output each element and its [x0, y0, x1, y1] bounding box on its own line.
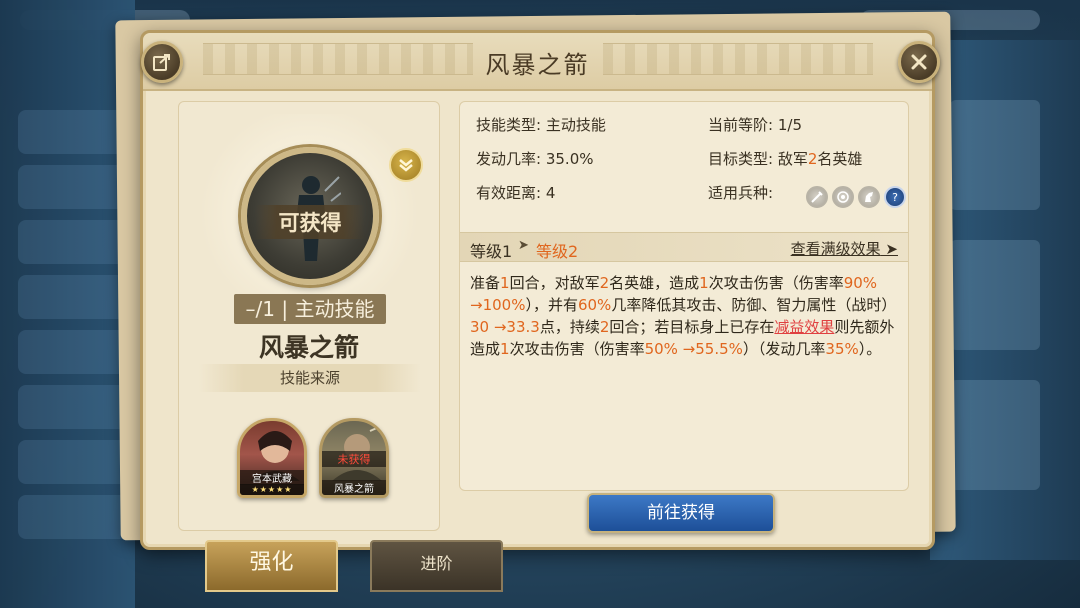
- info-key: 技能类型:: [476, 116, 542, 134]
- background-left-panel: [0, 0, 135, 608]
- view-max-level-text: 查看满级效果: [790, 240, 881, 258]
- description-value: 60%: [577, 296, 612, 314]
- skill-detail-panel: 技能类型: 主动技能 当前等阶: 1/5 发动几率: 35.0% 目标类型: 敌…: [459, 101, 909, 491]
- current-level-label: 等级1: [470, 242, 513, 261]
- arrow-right-icon: ➤: [518, 238, 529, 253]
- sword-icon[interactable]: [806, 186, 828, 208]
- info-value: 35.0%: [545, 150, 594, 168]
- target-icon[interactable]: [832, 186, 854, 208]
- info-trigger-rate: 发动几率: 35.0%: [476, 148, 594, 169]
- description-text: ）。: [858, 340, 882, 358]
- background-row: [18, 330, 128, 374]
- description-text: 准备: [470, 274, 501, 292]
- view-max-level-link[interactable]: 查看满级效果 ➤: [791, 238, 898, 259]
- debuff-keyword-link[interactable]: 减益效果: [774, 318, 834, 336]
- info-key: 适用兵种:: [708, 184, 774, 202]
- description-value: 1: [699, 274, 709, 292]
- info-value: 敌军: [777, 150, 808, 168]
- background-row: [18, 165, 128, 209]
- skill-source-label: 技能来源: [199, 364, 421, 392]
- info-troop-types: 适用兵种:: [708, 182, 773, 203]
- description-value: 50% →55.5%: [644, 340, 743, 358]
- horse-icon[interactable]: [858, 186, 880, 208]
- skill-type-badge: –/1 | 主动技能: [234, 294, 386, 324]
- close-button[interactable]: [898, 41, 940, 83]
- background-row: [18, 495, 128, 539]
- description-value: 1: [500, 274, 510, 292]
- description-text: 名英雄，造成: [609, 274, 700, 292]
- help-icon[interactable]: ?: [884, 186, 906, 208]
- description-value: 1: [500, 340, 510, 358]
- info-key: 有效距离:: [476, 184, 542, 202]
- info-value: 名英雄: [817, 150, 863, 168]
- chevron-down-icon: [399, 159, 413, 172]
- hero-name: 风暴之箭: [322, 480, 386, 495]
- description-value: 35%: [825, 340, 859, 358]
- tab-strengthen[interactable]: 强化: [205, 540, 338, 592]
- info-value: 4: [545, 184, 556, 202]
- description-text: 几率降低其攻击、防御、智力属性（战时）: [611, 296, 897, 314]
- info-skill-type: 技能类型: 主动技能: [476, 114, 606, 135]
- background-row: [18, 220, 128, 264]
- background-row: [18, 440, 128, 484]
- share-button[interactable]: [141, 41, 183, 83]
- background-row: [18, 110, 128, 154]
- medal-status-label: 可获得: [255, 205, 365, 239]
- info-value-highlight: 2: [807, 150, 818, 168]
- goto-obtain-button[interactable]: 前往获得: [587, 493, 775, 533]
- expand-badge[interactable]: [389, 148, 423, 182]
- info-key: 目标类型:: [708, 150, 774, 168]
- description-text: 回合；若目标身上已存在: [609, 318, 775, 336]
- info-key: 发动几率:: [476, 150, 542, 168]
- skill-description: 准备1回合，对敌军2名英雄，造成1次攻击伤害（伤害率90% →100%），并有6…: [470, 272, 900, 360]
- description-value: 2: [599, 318, 610, 336]
- description-text: ）（发动几率: [742, 340, 826, 358]
- background-card: [950, 240, 1040, 350]
- dialog-title: 风暴之箭: [485, 51, 590, 79]
- troop-icon-list: ?: [806, 186, 906, 208]
- info-value: 1/5: [777, 116, 802, 134]
- next-level-label: 等级2: [536, 242, 579, 261]
- share-icon: [153, 54, 170, 71]
- hero-status-badge: 未获得: [322, 451, 386, 467]
- hero-stars: ★★★★★: [240, 484, 304, 495]
- background-row: [18, 385, 128, 429]
- description-text: 点，持续: [539, 318, 600, 336]
- description-text: 次攻击伤害（伤害率: [509, 340, 645, 358]
- hero-card-storm-arrow[interactable]: 未获得 风暴之箭: [319, 418, 389, 498]
- background-card: [950, 380, 1040, 490]
- skill-detail-dialog: 风暴之箭 可获得 –/1 | 主动技能 风暴之箭 技能来源 宫本武藏 ★★★★★…: [140, 30, 940, 550]
- background-row: [18, 275, 128, 319]
- hero-name: 宫本武藏: [240, 470, 304, 485]
- description-value: 2: [599, 274, 610, 292]
- description-text: ），并有: [525, 296, 578, 314]
- dialog-header: 风暴之箭: [143, 33, 932, 91]
- description-text: 回合，对敌军: [509, 274, 600, 292]
- description-value: 30 →33.3: [470, 318, 540, 336]
- skill-name: 风暴之箭: [258, 333, 359, 362]
- tab-advance[interactable]: 进阶: [370, 540, 503, 592]
- info-key: 当前等阶:: [708, 116, 774, 134]
- skill-info-grid: 技能类型: 主动技能 当前等阶: 1/5 发动几率: 35.0% 目标类型: 敌…: [476, 114, 906, 224]
- hero-card-miyamoto[interactable]: 宫本武藏 ★★★★★: [237, 418, 307, 498]
- skill-medal[interactable]: 可获得: [241, 147, 379, 285]
- info-current-tier: 当前等阶: 1/5: [708, 114, 802, 135]
- close-icon: [911, 54, 927, 70]
- info-range: 有效距离: 4: [476, 182, 555, 203]
- svg-text:?: ?: [892, 191, 898, 204]
- background-card: [950, 100, 1040, 210]
- level-comparison-bar: 等级1 ➤ 等级2 查看满级效果 ➤: [460, 232, 908, 262]
- info-target-type: 目标类型: 敌军2名英雄: [708, 148, 862, 169]
- skill-summary-panel: 可获得 –/1 | 主动技能 风暴之箭 技能来源 宫本武藏 ★★★★★ 未获得 …: [178, 101, 440, 531]
- description-text: 次攻击伤害（伤害率: [708, 274, 844, 292]
- info-value: 主动技能: [545, 116, 606, 134]
